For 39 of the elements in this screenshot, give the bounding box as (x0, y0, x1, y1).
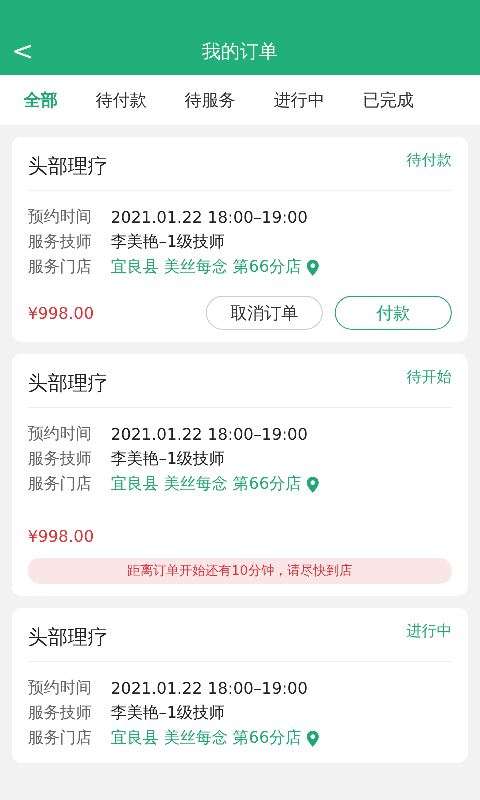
service-name: 头部理疗 (28, 370, 108, 397)
service-name: 头部理疗 (28, 153, 108, 180)
detail-label: 预约时间 (28, 678, 93, 699)
order-status: 待开始 (407, 368, 452, 387)
detail-value: 李美艳–1级技师 (111, 232, 226, 253)
detail-label: 服务技师 (28, 232, 93, 253)
location-pin-icon (306, 730, 319, 746)
order-tab[interactable]: 全部 (16, 84, 66, 116)
order-status: 待付款 (407, 151, 452, 170)
page-title: 我的订单 (202, 40, 278, 65)
pay-button[interactable]: 付款 (335, 296, 452, 330)
location-pin-icon (306, 476, 319, 492)
reminder-banner: 距离订单开始还有10分钟，请尽快到店 (28, 558, 452, 584)
order-price: ¥998.00 (28, 527, 94, 546)
cancel-button[interactable]: 取消订单 (206, 296, 323, 330)
detail-label: 服务门店 (28, 257, 93, 278)
detail-value: 2021.01.22 18:00–19:00 (111, 679, 308, 698)
service-name: 头部理疗 (28, 624, 108, 651)
detail-label: 服务门店 (28, 728, 93, 749)
detail-value: 李美艳–1级技师 (111, 703, 226, 724)
back-button[interactable]: < (8, 38, 38, 67)
detail-label: 预约时间 (28, 424, 93, 445)
store-link[interactable]: 宜良县 美丝每念 第66分店 (111, 728, 302, 749)
order-tab[interactable]: 进行中 (266, 84, 333, 116)
order-tab[interactable]: 待付款 (88, 84, 155, 116)
order-status: 进行中 (407, 622, 452, 641)
detail-label: 服务门店 (28, 474, 93, 495)
order-tab[interactable]: 已完成 (355, 84, 422, 116)
detail-label: 预约时间 (28, 207, 93, 228)
location-pin-icon (306, 260, 319, 276)
detail-value: 2021.01.22 18:00–19:00 (111, 208, 308, 227)
detail-label: 服务技师 (28, 703, 93, 724)
detail-value: 李美艳–1级技师 (111, 449, 226, 470)
order-tab[interactable]: 待服务 (177, 84, 244, 116)
detail-value: 2021.01.22 18:00–19:00 (111, 425, 308, 444)
store-link[interactable]: 宜良县 美丝每念 第66分店 (111, 257, 302, 278)
detail-label: 服务技师 (28, 449, 93, 470)
store-link[interactable]: 宜良县 美丝每念 第66分店 (111, 474, 302, 495)
order-price: ¥998.00 (28, 304, 94, 322)
